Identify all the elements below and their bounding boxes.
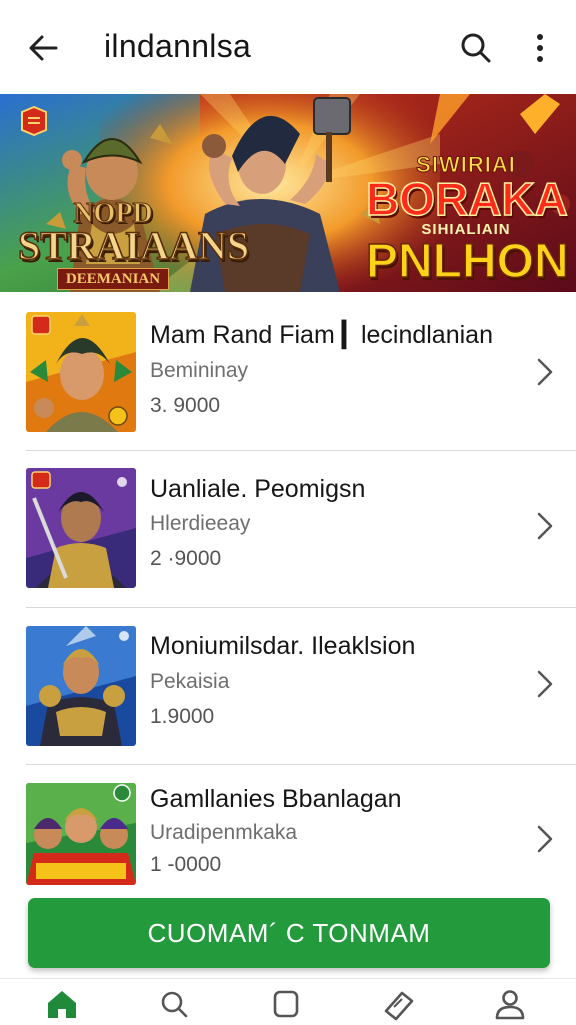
- back-arrow-icon[interactable]: [22, 26, 66, 70]
- game-title: Moniumilsdar. Ileaklsion: [150, 632, 416, 660]
- banner-right-title: SIWIRIAI BORAKA SIHIALIAIN PNLHON: [365, 153, 569, 288]
- game-title: Uanliale. Peomigsn: [150, 475, 366, 503]
- game-subtitle: Hlerdieeay: [150, 512, 251, 535]
- app-bar: ilndannlsa: [0, 0, 576, 92]
- list-item[interactable]: Mam Rand Fiam ▎lecindlanian Bemininay 3.…: [0, 296, 576, 452]
- game-subtitle: Uradipenmkaka: [150, 821, 298, 844]
- chevron-right-icon[interactable]: [530, 664, 558, 704]
- more-vertical-icon[interactable]: [522, 26, 558, 70]
- primary-cta-button[interactable]: CUOMAM´ C TONMAM: [28, 898, 550, 968]
- game-count: 3. 9000: [150, 394, 221, 417]
- game-thumbnail: [26, 468, 136, 588]
- chevron-right-icon[interactable]: [530, 819, 558, 859]
- cta-label: CUOMAM´ C TONMAM: [147, 918, 431, 948]
- list-item[interactable]: Moniumilsdar. Ileaklsion Pekaisia 1.9000: [0, 608, 576, 765]
- page-title: ilndannlsa: [104, 28, 252, 64]
- game-thumbnail: [26, 626, 136, 746]
- featured-banner[interactable]: NOPD STRAIAANS DEEMANIAN SIWIRIAI BORAKA…: [0, 94, 576, 292]
- game-subtitle: Bemininay: [150, 359, 249, 382]
- chevron-right-icon[interactable]: [530, 352, 558, 392]
- game-title: Gamllanies Bbanlagan: [150, 785, 402, 813]
- search-icon[interactable]: [454, 26, 498, 70]
- search-icon[interactable]: [152, 987, 196, 1021]
- banner-left-title-main: STRAIAANS: [17, 223, 250, 268]
- bottom-nav: [0, 978, 576, 1025]
- banner-left-title: NOPD STRAIAANS DEEMANIAN: [17, 199, 250, 290]
- game-subtitle: Pekaisia: [150, 670, 230, 693]
- profile-icon[interactable]: [488, 987, 532, 1021]
- banner-right-title-main: BORAKA: [365, 173, 568, 225]
- ticket-icon[interactable]: [376, 987, 420, 1021]
- game-count: 2 ·9000: [150, 547, 222, 570]
- game-count: 1 -0000: [150, 853, 222, 876]
- list-item[interactable]: Uanliale. Peomigsn Hlerdieeay 2 ·9000: [0, 451, 576, 608]
- game-thumbnail: [26, 312, 136, 432]
- badge-icon: [21, 106, 47, 136]
- chevron-right-icon[interactable]: [530, 506, 558, 546]
- home-icon[interactable]: [40, 987, 84, 1021]
- banner-left-ribbon: DEEMANIAN: [56, 268, 170, 290]
- square-icon[interactable]: [264, 987, 308, 1021]
- banner-right-title-bottom: PNLHON: [365, 235, 569, 288]
- game-title: Mam Rand Fiam ▎lecindlanian: [150, 321, 493, 349]
- game-thumbnail: [26, 783, 136, 885]
- game-count: 1.9000: [150, 705, 215, 728]
